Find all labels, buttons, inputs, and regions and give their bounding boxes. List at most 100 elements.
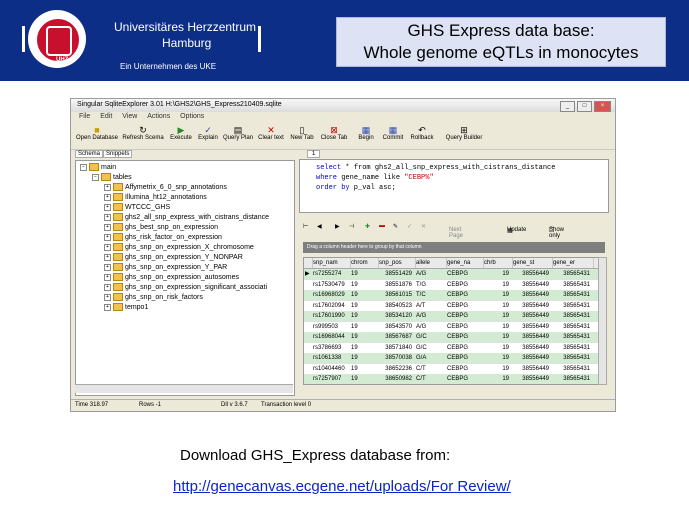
expand-icon[interactable]: + — [104, 303, 111, 311]
table-row[interactable]: ▶ rs7255274 19 38551429 A/G CEBPG 19 38556449 38… — [304, 269, 598, 280]
tree-node-main[interactable]: − main — [80, 163, 116, 171]
menu-view[interactable]: View — [122, 113, 137, 120]
table-cell[interactable]: 19 — [350, 353, 375, 363]
clear-text-button[interactable]: ✕ Clear text — [255, 126, 287, 142]
table-cell[interactable]: T/C — [415, 290, 443, 300]
table-row[interactable]: rs16968044 19 38567687 G/C CEBPG 19 38556449 38… — [304, 332, 598, 343]
refresh-schema-button[interactable]: ↻ Refresh Scema — [121, 126, 165, 142]
table-cell[interactable]: CEBPG — [446, 290, 480, 300]
tree-horizontal-scrollbar[interactable] — [75, 384, 293, 393]
table-cell[interactable]: 38565431 — [552, 322, 592, 332]
table-row[interactable]: rs16968029 19 38561015 T/C CEBPG 19 38556449 38… — [304, 290, 598, 301]
column-header[interactable]: snp_nam — [312, 258, 351, 268]
table-cell[interactable]: 38565431 — [552, 353, 592, 363]
query-builder-button[interactable]: ⊞ Query Builder — [441, 126, 487, 142]
column-header[interactable]: chrb — [483, 258, 513, 268]
table-row[interactable]: rs1061338 19 38570038 G/A CEBPG 19 38556449 385… — [304, 353, 598, 364]
table-cell[interactable]: 19 — [483, 280, 511, 290]
prev-icon[interactable]: ◀ — [317, 223, 322, 230]
table-cell[interactable]: 19 — [483, 374, 511, 384]
tree-table-item[interactable]: + WTCCC_GHS — [104, 203, 170, 211]
table-cell[interactable]: rs1061338 — [312, 353, 347, 363]
table-cell[interactable]: 19 — [483, 322, 511, 332]
table-row[interactable]: rs17601990 19 38534120 A/G CEBPG 19 38556449 38… — [304, 311, 598, 322]
expand-icon[interactable]: + — [104, 193, 111, 201]
menu-options[interactable]: Options — [180, 113, 204, 120]
collapse-icon[interactable]: − — [80, 163, 87, 171]
cancel-icon[interactable]: ✕ — [421, 223, 426, 230]
table-cell[interactable]: rs16968044 — [312, 332, 347, 342]
tree-table-item[interactable]: + ghs2_all_snp_express_with_cistrans_dist… — [104, 213, 269, 221]
table-cell[interactable]: 38650982 — [378, 374, 414, 384]
table-cell[interactable]: rs7257907 — [312, 374, 347, 384]
table-cell[interactable]: 38565431 — [552, 269, 592, 279]
column-header[interactable]: allele — [415, 258, 447, 268]
first-page-icon[interactable]: ⊢ — [303, 223, 308, 230]
expand-icon[interactable]: + — [104, 213, 111, 221]
table-cell[interactable]: A/G — [415, 322, 443, 332]
table-cell[interactable]: T/G — [415, 280, 443, 290]
table-cell[interactable]: 38556449 — [512, 290, 551, 300]
table-row[interactable]: rs999503 19 38543570 A/G CEBPG 19 38556449 3856… — [304, 322, 598, 333]
table-cell[interactable]: CEBPG — [446, 332, 480, 342]
expand-icon[interactable]: + — [104, 203, 111, 211]
table-cell[interactable]: 38556449 — [512, 343, 551, 353]
tree-table-item[interactable]: + tempo1 — [104, 303, 148, 311]
table-cell[interactable]: 19 — [350, 280, 375, 290]
table-cell[interactable]: 38556449 — [512, 311, 551, 321]
table-cell[interactable]: 19 — [483, 301, 511, 311]
table-cell[interactable]: 38551876 — [378, 280, 414, 290]
minimize-button[interactable]: _ — [560, 101, 575, 112]
tree-node-tables[interactable]: − tables — [92, 173, 132, 181]
table-cell[interactable]: 38561015 — [378, 290, 414, 300]
table-cell[interactable]: 38556449 — [512, 374, 551, 384]
table-cell[interactable]: rs17601990 — [312, 311, 347, 321]
table-cell[interactable]: 19 — [483, 343, 511, 353]
table-row[interactable]: rs7257907 19 38650982 C/T CEBPG 19 38556449 385… — [304, 374, 598, 384]
new-tab-button[interactable]: ▯ New Tab — [287, 126, 317, 142]
table-cell[interactable]: 38565431 — [552, 332, 592, 342]
download-link[interactable]: http://genecanvas.ecgene.net/uploads/For… — [173, 478, 511, 495]
tree-table-item[interactable]: + ghs_snp_on_expression_X_chromosome — [104, 243, 254, 251]
close-tab-button[interactable]: ⊠ Close Tab — [317, 126, 351, 142]
tree-table-item[interactable]: + ghs_risk_factor_on_expression — [104, 233, 222, 241]
table-cell[interactable]: 38565431 — [552, 280, 592, 290]
expand-icon[interactable]: + — [104, 293, 111, 301]
table-cell[interactable]: rs3786693 — [312, 343, 347, 353]
table-row[interactable]: rs10404460 19 38652236 C/T CEBPG 19 38556449 38… — [304, 364, 598, 375]
table-cell[interactable]: 38565431 — [552, 374, 592, 384]
begin-button[interactable]: ▦ Begin — [353, 126, 379, 142]
table-cell[interactable]: G/C — [415, 343, 443, 353]
last-page-icon[interactable]: ⊣ — [349, 223, 354, 230]
expand-icon[interactable]: + — [104, 243, 111, 251]
expand-icon[interactable]: + — [104, 233, 111, 241]
menu-file[interactable]: File — [79, 113, 90, 120]
table-cell[interactable]: 38534120 — [378, 311, 414, 321]
table-cell[interactable]: 19 — [483, 290, 511, 300]
expand-icon[interactable]: + — [104, 263, 111, 271]
table-cell[interactable]: 19 — [350, 374, 375, 384]
add-row-icon[interactable]: ✚ — [365, 223, 370, 230]
table-cell[interactable]: rs999503 — [312, 322, 347, 332]
tree-table-item[interactable]: + ghs_snp_on_expression_autosomes — [104, 273, 239, 281]
table-cell[interactable]: 19 — [350, 290, 375, 300]
table-cell[interactable]: 38556449 — [512, 364, 551, 374]
table-cell[interactable]: CEBPG — [446, 269, 480, 279]
table-cell[interactable]: 38543570 — [378, 322, 414, 332]
column-header[interactable]: gene_st — [512, 258, 553, 268]
table-cell[interactable]: CEBPG — [446, 301, 480, 311]
table-cell[interactable]: CEBPG — [446, 364, 480, 374]
table-cell[interactable]: 38556449 — [512, 280, 551, 290]
tree-table-item[interactable]: + Illumina_ht12_annotations — [104, 193, 207, 201]
tree-table-item[interactable]: + ghs_snp_on_risk_factors — [104, 293, 203, 301]
grid-vertical-scrollbar[interactable] — [598, 257, 607, 385]
table-cell[interactable]: 19 — [350, 311, 375, 321]
window-titlebar[interactable]: Singular SqliteExplorer 3.01 H:\GHS2\GHS… — [71, 99, 615, 112]
table-cell[interactable]: CEBPG — [446, 280, 480, 290]
table-cell[interactable]: 38565431 — [552, 290, 592, 300]
table-cell[interactable]: 38565431 — [552, 364, 592, 374]
expand-icon[interactable]: + — [104, 253, 111, 261]
table-cell[interactable]: 38565431 — [552, 311, 592, 321]
menu-edit[interactable]: Edit — [100, 113, 112, 120]
table-cell[interactable]: rs10404460 — [312, 364, 347, 374]
